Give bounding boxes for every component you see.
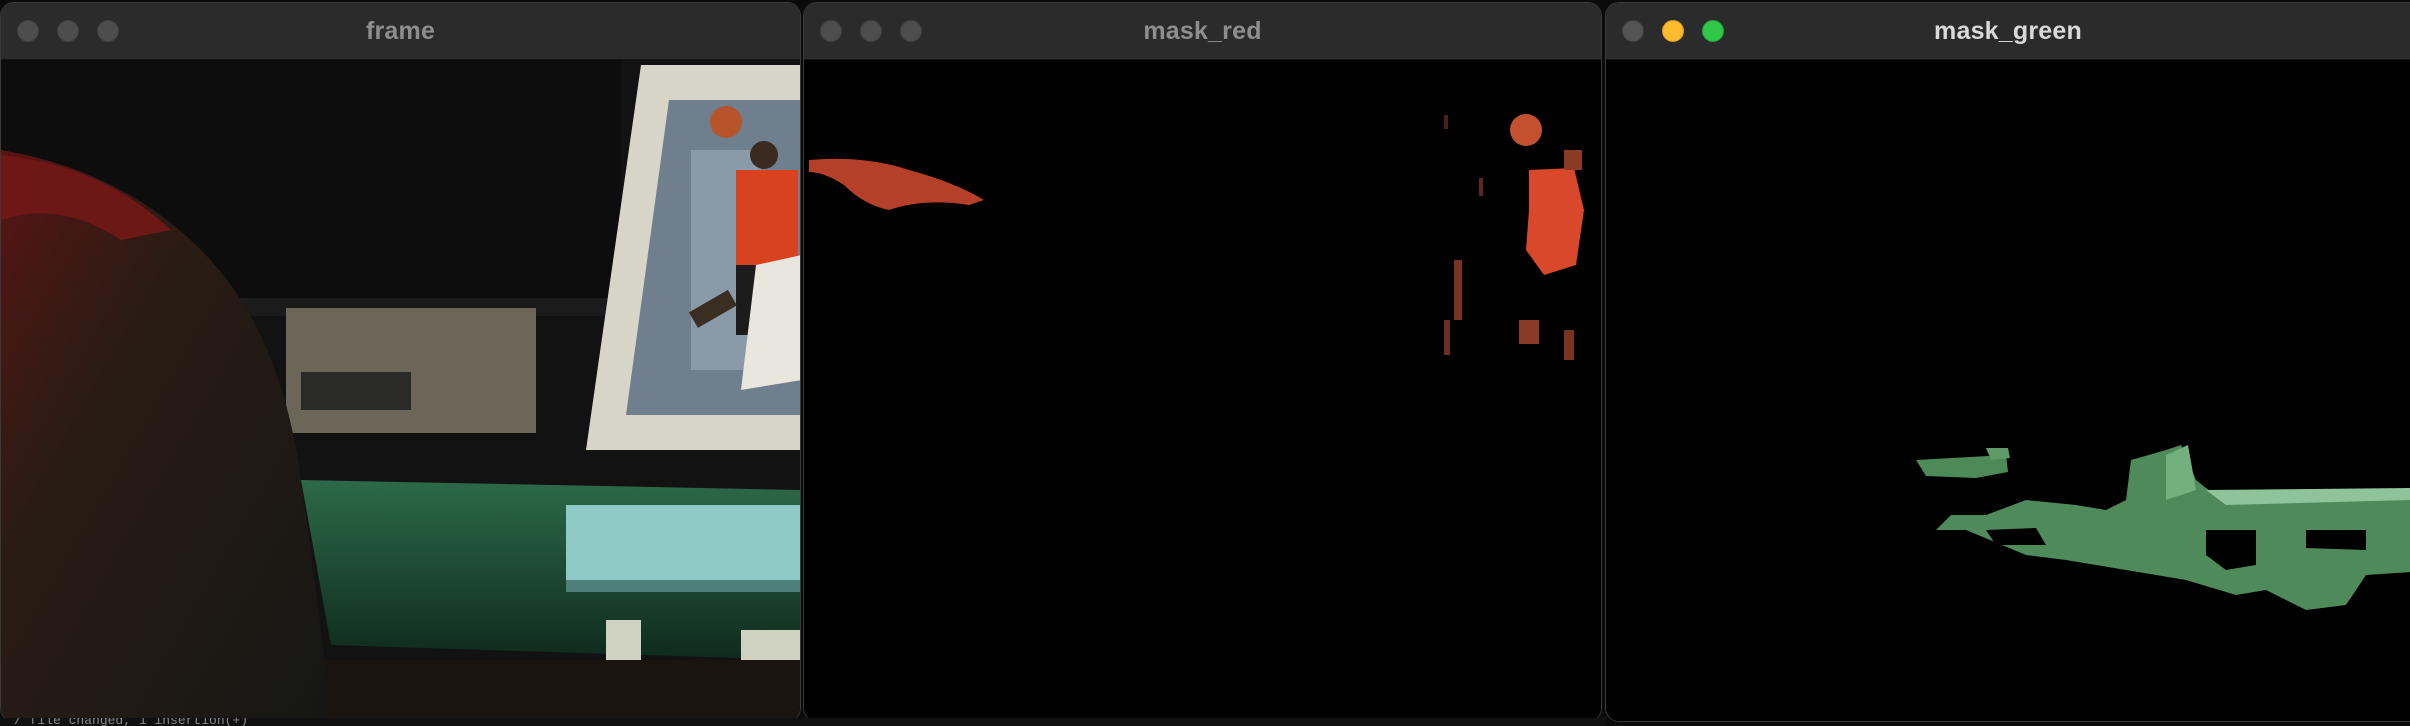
camera-frame-photo — [1, 60, 800, 721]
zoom-button[interactable] — [1702, 20, 1724, 42]
mask-green-image — [1606, 60, 2410, 721]
close-button[interactable] — [1622, 20, 1644, 42]
zoom-button[interactable] — [97, 20, 119, 42]
green-mask-output — [1606, 60, 2410, 721]
close-button[interactable] — [17, 20, 39, 42]
window-title: mask_red — [1143, 16, 1262, 45]
window-title: frame — [365, 16, 436, 45]
terminal-output-text: / file changed, 1 insertion(+) — [14, 718, 249, 726]
minimize-button[interactable] — [57, 20, 79, 42]
mask-green-titlebar[interactable]: mask_green — [1606, 3, 2410, 60]
background-terminal: / file changed, 1 insertion(+) — [0, 718, 1605, 726]
frame-window-controls — [17, 20, 119, 42]
mask-red-titlebar[interactable]: mask_red — [804, 3, 1601, 60]
mask-green-window-controls — [1622, 20, 1724, 42]
red-mask-output — [804, 60, 1601, 721]
mask-red-image — [804, 60, 1601, 721]
mask-red-window[interactable]: mask_red — [803, 2, 1602, 722]
mask-red-window-controls — [820, 20, 922, 42]
window-title: mask_green — [1934, 16, 2082, 45]
desktop: frame mask_red mask_green / file changed… — [0, 0, 2410, 726]
frame-window[interactable]: frame — [0, 2, 801, 722]
frame-titlebar[interactable]: frame — [1, 3, 800, 60]
frame-image — [1, 60, 800, 721]
minimize-button[interactable] — [1662, 20, 1684, 42]
close-button[interactable] — [820, 20, 842, 42]
mask-green-window[interactable]: mask_green — [1605, 2, 2410, 722]
zoom-button[interactable] — [900, 20, 922, 42]
minimize-button[interactable] — [860, 20, 882, 42]
